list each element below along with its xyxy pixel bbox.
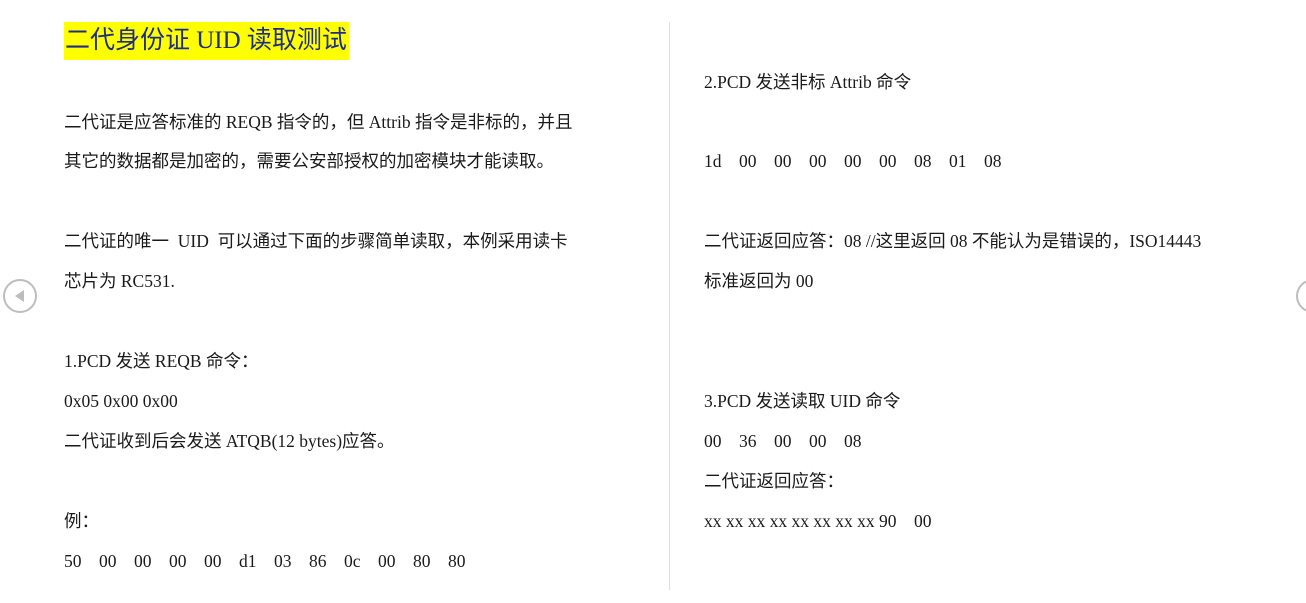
- paragraph-line: 标准返回为 00: [704, 271, 814, 291]
- next-page-button[interactable]: [1296, 279, 1306, 313]
- command-bytes: 00 36 00 00 08: [704, 431, 862, 451]
- example-label: 例：: [64, 511, 99, 531]
- command-bytes: 1d 00 00 00 00 00 08 01 08: [704, 151, 1002, 171]
- prev-page-button[interactable]: [3, 279, 37, 313]
- paragraph-line: 二代证返回应答：08 //这里返回 08 不能认为是错误的，ISO14443: [704, 231, 1202, 251]
- step-heading: 3.PCD 发送读取 UID 命令: [704, 391, 901, 411]
- step-heading: 1.PCD 发送 REQB 命令：: [64, 351, 259, 371]
- column-divider: [669, 22, 670, 590]
- step-heading: 2.PCD 发送非标 Attrib 命令: [704, 72, 912, 92]
- paragraph-line: 其它的数据都是加密的，需要公安部授权的加密模块才能读取。: [64, 151, 554, 171]
- page-title: 二代身份证 UID 读取测试: [64, 22, 349, 60]
- paragraph-line: 二代证返回应答：: [704, 471, 844, 491]
- paragraph-line: 二代证是应答标准的 REQB 指令的，但 Attrib 指令是非标的，并且: [64, 112, 573, 132]
- paragraph-line: 芯片为 RC531.: [64, 271, 175, 291]
- response-bytes: 50 00 00 00 00 d1 03 86 0c 00 80 80: [64, 551, 466, 571]
- next-page-arrow-icon: [1298, 281, 1306, 311]
- response-bytes: xx xx xx xx xx xx xx xx 90 00: [704, 511, 932, 531]
- document-page: 二代身份证 UID 读取测试 二代证是应答标准的 REQB 指令的，但 Attr…: [0, 0, 1306, 603]
- command-bytes: 0x05 0x00 0x00: [64, 391, 178, 411]
- paragraph-line: 二代证的唯一 UID 可以通过下面的步骤简单读取，本例采用读卡: [64, 231, 568, 251]
- prev-page-arrow-icon: [15, 290, 24, 302]
- paragraph-line: 二代证收到后会发送 ATQB(12 bytes)应答。: [64, 431, 395, 451]
